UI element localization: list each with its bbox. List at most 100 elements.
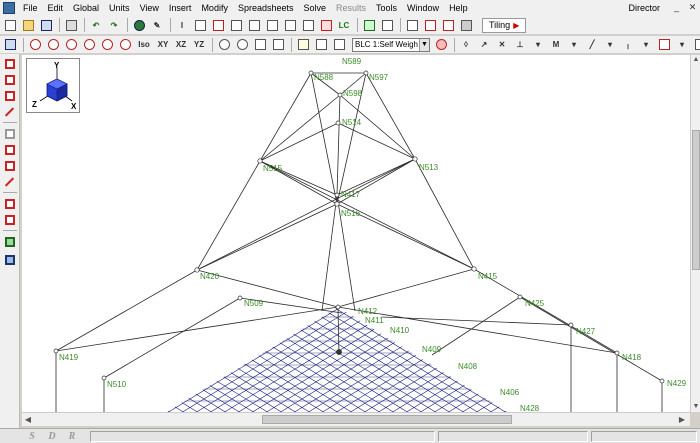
print-icon[interactable] [63, 18, 79, 33]
minimize-icon[interactable]: _ [672, 3, 681, 12]
xy-view-button[interactable]: XY [155, 37, 171, 52]
draw-members-icon[interactable] [3, 57, 16, 70]
modify-icon[interactable] [3, 197, 16, 210]
boundary-conditions-icon[interactable] [246, 18, 262, 33]
menu-units[interactable]: Units [104, 0, 135, 16]
rotate-neg-icon[interactable] [99, 37, 115, 52]
member-labels-icon[interactable]: ↗ [476, 37, 492, 52]
menu-help[interactable]: Help [444, 0, 473, 16]
redraw-icon[interactable] [27, 37, 43, 52]
draw-plates-icon[interactable] [3, 73, 16, 86]
results-icon[interactable] [379, 18, 395, 33]
members-spreadsheet-icon[interactable]: I [174, 18, 190, 33]
mirror-icon[interactable] [3, 213, 16, 226]
load-case-select[interactable]: BLC 1:Self Weigh ▼ [352, 37, 430, 52]
vertical-scrollbar[interactable]: ▲ ▼ [690, 55, 700, 412]
menu-tools[interactable]: Tools [371, 0, 402, 16]
wall-panels-icon[interactable] [210, 18, 226, 33]
vertical-scroll-thumb[interactable] [692, 130, 700, 270]
zoom-box-icon[interactable] [252, 37, 268, 52]
zoom-out-icon[interactable] [234, 37, 250, 52]
model-view-canvas[interactable]: N589 N588 N597 N598 N514 N515 N513 N417 … [22, 55, 690, 412]
units-icon[interactable]: ✎ [149, 18, 165, 33]
solid-display-icon[interactable]: ╷ [620, 37, 636, 52]
line-select-icon[interactable] [3, 175, 16, 188]
app-icon[interactable] [3, 2, 15, 14]
solid-options-icon[interactable]: ▾ [638, 37, 654, 52]
box-select-icon[interactable] [3, 143, 16, 156]
full-model-icon[interactable] [270, 37, 286, 52]
member-display-icon[interactable]: ▾ [530, 37, 546, 52]
open-file-icon[interactable] [20, 18, 36, 33]
global-icon[interactable] [131, 18, 147, 33]
plate-display-icon[interactable]: ╱ [584, 37, 600, 52]
zoom-in-icon[interactable] [216, 37, 232, 52]
scroll-right-icon[interactable]: ▶ [676, 414, 688, 426]
horizontal-scrollbar[interactable]: ◀ ▶ [22, 412, 690, 426]
save-view-icon[interactable] [331, 37, 347, 52]
lock-icon[interactable] [3, 253, 16, 266]
menu-global[interactable]: Global [68, 0, 104, 16]
menu-results[interactable]: Results [331, 0, 371, 16]
draw-solids-icon[interactable] [3, 105, 16, 118]
color-code-icon[interactable]: ▾ [566, 37, 582, 52]
design-icon[interactable] [422, 18, 438, 33]
polygon-select-icon[interactable] [3, 159, 16, 172]
solve-icon[interactable] [361, 18, 377, 33]
node-display-icon[interactable]: ✕ [494, 37, 510, 52]
deflected-shape-icon[interactable]: M [548, 37, 564, 52]
rotate-y-icon[interactable] [63, 37, 79, 52]
joint-labels-icon[interactable]: ◊ [458, 37, 474, 52]
status-d-button[interactable]: D [42, 431, 62, 442]
animation-icon[interactable] [656, 37, 672, 52]
display-loads-icon[interactable] [433, 37, 449, 52]
loads-spreadsheet-icon[interactable] [264, 18, 280, 33]
close-icon[interactable]: ✕ [688, 3, 697, 12]
plates-spreadsheet-icon[interactable] [192, 18, 208, 33]
scroll-up-icon[interactable]: ▲ [691, 55, 700, 65]
draw-wall-panels-icon[interactable] [3, 89, 16, 102]
rotate-neg2-icon[interactable] [117, 37, 133, 52]
iso-view-button[interactable]: Iso [135, 37, 153, 52]
yz-view-button[interactable]: YZ [191, 37, 207, 52]
member-detail-icon[interactable] [692, 37, 700, 52]
menu-window[interactable]: Window [402, 0, 444, 16]
rotate-x-icon[interactable] [45, 37, 61, 52]
horizontal-scroll-thumb[interactable] [262, 415, 512, 424]
load-combos-icon[interactable] [282, 18, 298, 33]
status-r-button[interactable]: R [62, 431, 82, 442]
plot-options-icon[interactable] [295, 37, 311, 52]
rotate-z-icon[interactable] [81, 37, 97, 52]
code-check-icon[interactable] [440, 18, 456, 33]
menu-view[interactable]: View [135, 0, 164, 16]
window-icon[interactable] [2, 37, 18, 52]
orientation-cube[interactable]: Y X Z [26, 58, 80, 113]
menu-file[interactable]: File [18, 0, 43, 16]
basic-load-cases-icon[interactable] [300, 18, 316, 33]
menu-spreadsheets[interactable]: Spreadsheets [233, 0, 299, 16]
menu-solve[interactable]: Solve [299, 0, 332, 16]
3d-view-icon[interactable] [458, 18, 474, 33]
load-combinations-icon[interactable] [318, 18, 334, 33]
lc-button[interactable]: LC [336, 18, 352, 33]
xz-view-button[interactable]: XZ [173, 37, 189, 52]
scroll-down-icon[interactable]: ▼ [691, 402, 700, 412]
status-s-button[interactable]: S [22, 431, 42, 442]
menu-modify[interactable]: Modify [196, 0, 233, 16]
tiling-button[interactable]: Tiling ▶ [482, 17, 527, 33]
menu-insert[interactable]: Insert [164, 0, 197, 16]
plate-options-icon[interactable]: ▾ [602, 37, 618, 52]
report-icon[interactable] [404, 18, 420, 33]
animation-options-icon[interactable]: ▾ [674, 37, 690, 52]
new-file-icon[interactable] [2, 18, 18, 33]
redo-icon[interactable]: ↷ [106, 18, 122, 33]
solids-spreadsheet-icon[interactable] [228, 18, 244, 33]
save-icon[interactable] [38, 18, 54, 33]
menu-edit[interactable]: Edit [43, 0, 69, 16]
table-icon[interactable] [3, 235, 16, 248]
undo-icon[interactable]: ↶ [88, 18, 104, 33]
supports-display-icon[interactable]: ⊥ [512, 37, 528, 52]
scroll-left-icon[interactable]: ◀ [22, 414, 34, 426]
select-icon[interactable] [3, 127, 16, 140]
clone-view-icon[interactable] [313, 37, 329, 52]
